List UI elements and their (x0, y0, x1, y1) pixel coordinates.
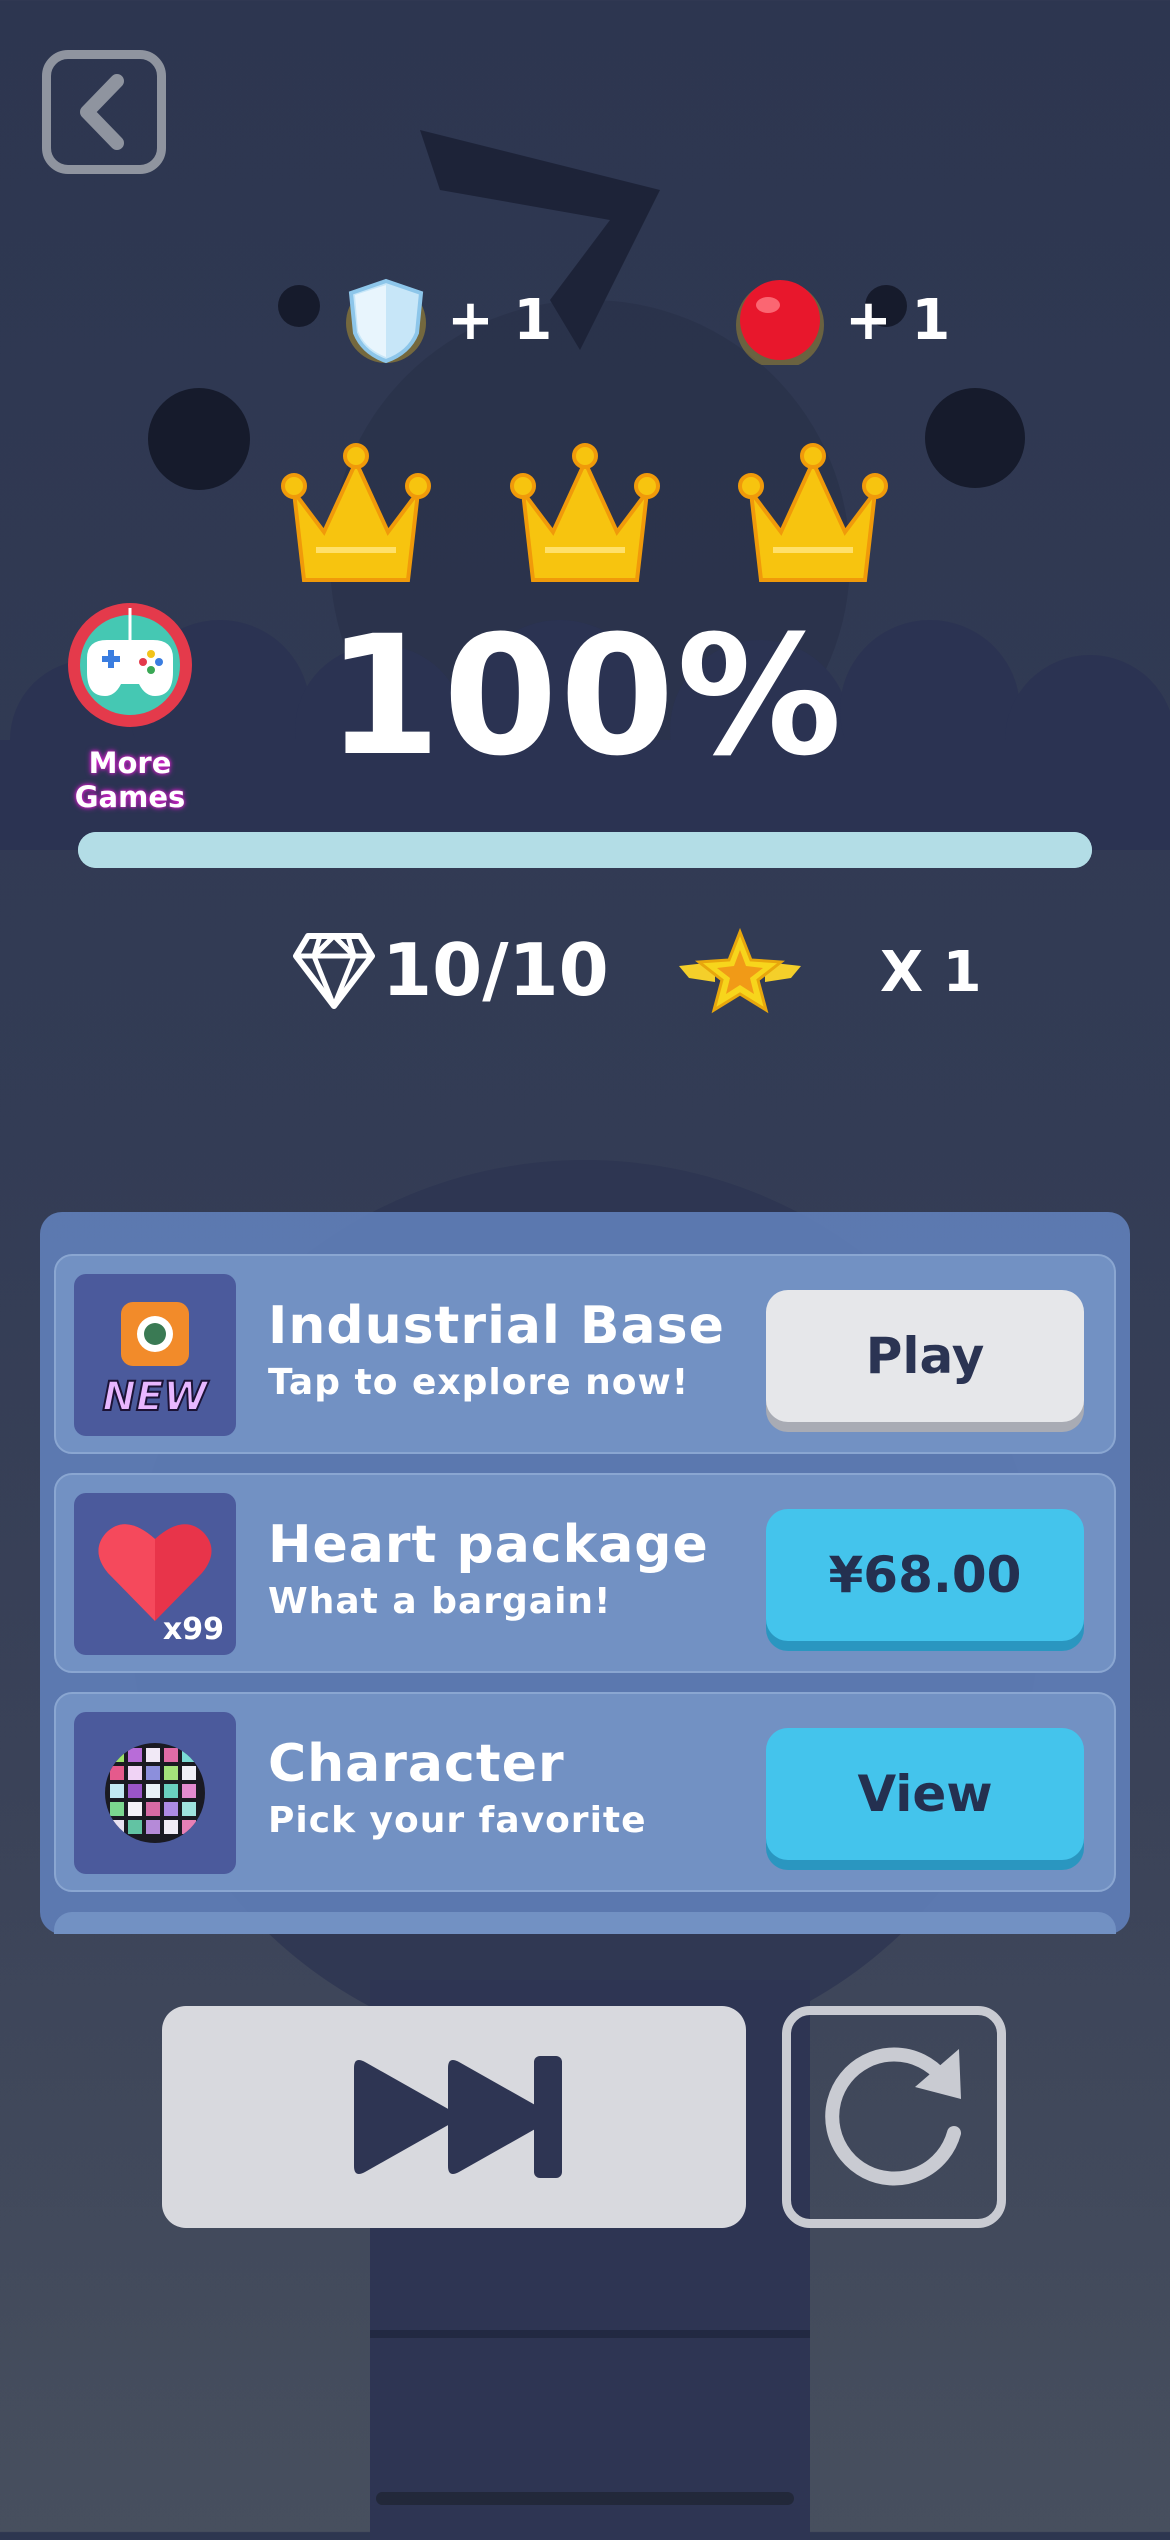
heart-icon: x99 (74, 1493, 236, 1655)
price-button[interactable]: ¥68.00 (766, 1509, 1084, 1641)
star-wings-icon (679, 928, 801, 1014)
crown-icon (281, 443, 431, 582)
offer-subtitle: Pick your favorite (268, 1800, 647, 1841)
offer-title: Heart package (268, 1515, 709, 1575)
play-button[interactable]: Play (766, 1290, 1084, 1422)
progress-bar (78, 832, 1092, 868)
offer-subtitle: Tap to explore now! (268, 1362, 690, 1403)
background-track-line (370, 2330, 810, 2338)
offer-card-character: Character Pick your favorite View (54, 1692, 1116, 1892)
back-button[interactable] (42, 50, 166, 174)
reward-shield-amount: + 1 (447, 287, 553, 353)
offer-title: Character (268, 1734, 565, 1794)
shield-icon (346, 278, 426, 364)
crown-icon (738, 443, 888, 582)
new-badge: NEW (103, 1374, 210, 1420)
red-ball-icon (736, 280, 824, 365)
star-multiplier: X 1 (880, 940, 982, 1005)
chevron-left-icon (80, 74, 124, 150)
reward-ball-amount: + 1 (845, 287, 951, 353)
heart-count: x99 (162, 1612, 224, 1647)
home-indicator (376, 2492, 794, 2505)
offer-card-industrial-base: NEW Industrial Base Tap to explore now! … (54, 1254, 1116, 1454)
crown-icon (510, 443, 660, 582)
more-games-button[interactable]: More Games (30, 600, 230, 814)
offer-title: Industrial Base (268, 1296, 725, 1356)
retry-button[interactable] (782, 2006, 1006, 2228)
gem-count: 10/10 (382, 928, 609, 1012)
offer-card-heart-package: x99 Heart package What a bargain! ¥68.00 (54, 1473, 1116, 1673)
more-games-label: More Games (74, 746, 186, 814)
view-button[interactable]: View (766, 1728, 1084, 1860)
skip-level-button[interactable] (162, 2006, 746, 2228)
progress-fill (78, 832, 1092, 868)
diamond-icon (293, 933, 375, 1009)
background-hole (925, 388, 1025, 488)
offer-card-peek (54, 1912, 1116, 1934)
offer-subtitle: What a bargain! (268, 1581, 612, 1622)
disco-ball-icon-art (105, 1743, 205, 1843)
gem-counter: 10/10 (292, 928, 609, 1012)
reward-shield: + 1 (345, 275, 552, 365)
fast-forward-icon (354, 2056, 562, 2178)
background-hole (148, 388, 250, 490)
industrial-base-icon-art: NEW (102, 1302, 210, 1421)
background-hole (278, 285, 320, 327)
industrial-base-icon: NEW (74, 1274, 236, 1436)
disco-ball-icon (74, 1712, 236, 1874)
refresh-icon (825, 2047, 961, 2186)
gamepad-icon (68, 603, 192, 727)
reward-ball: + 1 (735, 275, 950, 365)
